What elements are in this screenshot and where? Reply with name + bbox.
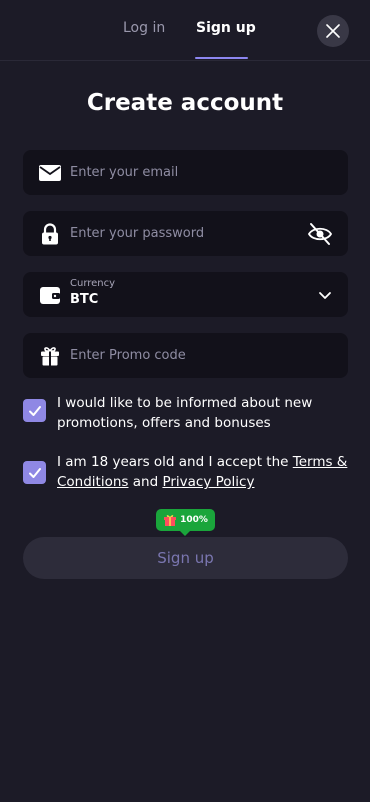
gift-icon	[41, 347, 59, 366]
bonus-badge: 100%	[156, 509, 215, 536]
privacy-policy-link[interactable]: Privacy Policy	[162, 474, 254, 490]
password-input[interactable]	[70, 211, 300, 256]
gift-box-icon	[164, 515, 177, 526]
currency-value: BTC	[70, 292, 99, 307]
currency-label: Currency	[70, 278, 116, 289]
close-button[interactable]	[317, 15, 349, 47]
promo-field[interactable]	[23, 333, 348, 378]
page-title: Create account	[86, 90, 284, 116]
bonus-badge-text: 100%	[180, 515, 208, 525]
eye-off-icon[interactable]	[307, 221, 333, 247]
terms-checkbox[interactable]	[23, 461, 46, 484]
lock-icon	[42, 223, 58, 245]
checkmark-icon	[28, 405, 41, 416]
email-field[interactable]	[23, 150, 348, 195]
tab-signup[interactable]: Sign up	[196, 20, 256, 36]
email-input[interactable]	[70, 150, 300, 195]
promo-input[interactable]	[70, 333, 300, 378]
promotions-checkbox[interactable]	[23, 399, 46, 422]
terms-text-and: and	[128, 474, 163, 490]
currency-select[interactable]: Currency BTC	[23, 272, 348, 317]
password-field[interactable]	[23, 211, 348, 256]
promotions-consent: I would like to be informed about new pr…	[23, 393, 348, 435]
wallet-icon	[40, 287, 60, 304]
envelope-icon	[39, 165, 61, 181]
checkmark-icon	[28, 467, 41, 478]
active-tab-indicator	[195, 57, 248, 59]
terms-text-before: I am 18 years old and I accept the	[57, 454, 293, 470]
auth-tabs: Log in Sign up	[0, 0, 370, 61]
terms-consent-text: I am 18 years old and I accept the Terms…	[57, 452, 352, 492]
bonus-badge-pointer	[179, 530, 191, 536]
chevron-down-icon	[319, 292, 331, 299]
promotions-consent-text: I would like to be informed about new pr…	[57, 395, 313, 431]
terms-consent: I am 18 years old and I accept the Terms…	[23, 452, 348, 494]
close-icon	[326, 24, 340, 38]
tab-login[interactable]: Log in	[123, 20, 165, 36]
sign-up-button[interactable]: Sign up	[23, 537, 348, 579]
